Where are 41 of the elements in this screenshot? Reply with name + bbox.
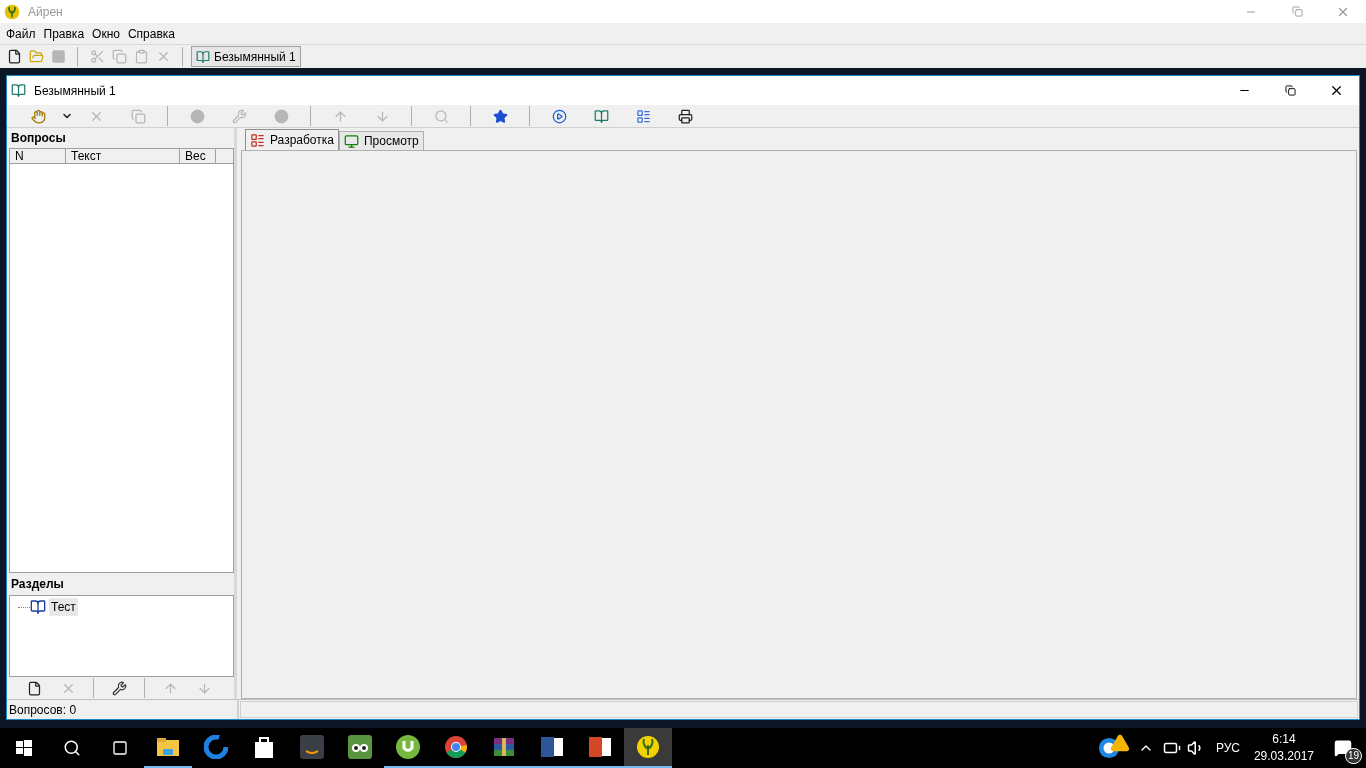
menu-item[interactable]: Файл: [2, 24, 40, 43]
menu-item[interactable]: Окно: [88, 24, 124, 43]
panel-header: Вопросы: [10, 130, 67, 147]
tab[interactable]: Разработка: [245, 129, 339, 150]
tree-item[interactable]: Тест: [49, 598, 78, 616]
column-header[interactable]: Текст: [66, 149, 180, 163]
language-indicator[interactable]: РУС: [1207, 739, 1248, 757]
torrent-icon: [396, 735, 420, 759]
clock[interactable]: 6:14 29.03.2017: [1247, 731, 1320, 765]
shopping-bag-icon: [253, 735, 275, 759]
panel-header: Разделы: [10, 576, 65, 593]
bud-logo-icon: [4, 3, 20, 20]
book-icon: [11, 83, 26, 98]
book-icon: [196, 49, 210, 64]
window-button[interactable]: Безымянный 1: [191, 46, 301, 67]
warning-icon: [1109, 733, 1130, 753]
monitor-icon: [343, 133, 359, 149]
column-header[interactable]: Вес: [180, 149, 216, 163]
column-header[interactable]: N: [10, 149, 66, 163]
menu-item[interactable]: Правка: [39, 24, 89, 43]
folder-icon: [156, 737, 180, 757]
restore-icon: [1291, 6, 1303, 17]
app-icon: [300, 735, 324, 759]
taskbar-app[interactable]: [624, 728, 672, 768]
menu-item[interactable]: Справка: [123, 24, 180, 43]
notification-count: 19: [1344, 748, 1362, 764]
browser-icon: [204, 735, 228, 759]
document-title: Безымянный 1: [34, 82, 116, 100]
status-text: Вопросов: 0: [7, 700, 239, 719]
tab[interactable]: Просмотр: [338, 131, 424, 150]
window-title: Айрен: [28, 3, 63, 21]
restore-icon: [1284, 85, 1296, 96]
search-icon: [63, 739, 81, 757]
owl-icon: [348, 735, 372, 759]
notifications-button[interactable]: 19: [1320, 728, 1366, 768]
browser-icon: [444, 735, 468, 759]
book-icon: [30, 599, 46, 615]
task-view-icon: [112, 740, 128, 756]
windows-logo-icon: [16, 740, 32, 756]
bud-logo-icon: [636, 735, 660, 759]
archive-books-icon: [492, 735, 516, 759]
